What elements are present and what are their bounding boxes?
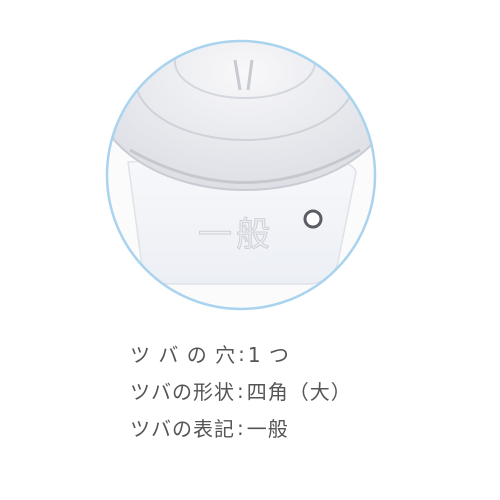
engraved-label: 一般 [198,215,274,255]
spec-separator: : [237,378,245,403]
spec-label: ツバの表記 [130,417,235,441]
spec-list: ツ バ の 穴 : 1 つ ツバの形状 : 四角（大） ツバの表記 : 一般 [130,335,430,446]
spec-row-marking: ツバの表記 : 一般 [130,409,430,446]
spec-row-shape: ツバの形状 : 四角（大） [130,372,430,409]
spec-row-hole-count: ツ バ の 穴 : 1 つ [130,335,430,372]
spec-separator: : [238,341,246,366]
spec-value: 1 つ [247,343,290,367]
spec-value: 四角（大） [246,380,352,404]
nipple-product-image [107,41,375,309]
spec-label: ツバの形状 [130,380,235,404]
air-vent-hole [303,209,323,229]
spec-value: 一般 [246,417,289,441]
spec-separator: : [237,415,245,440]
spec-label: ツ バ の 穴 [130,343,237,367]
